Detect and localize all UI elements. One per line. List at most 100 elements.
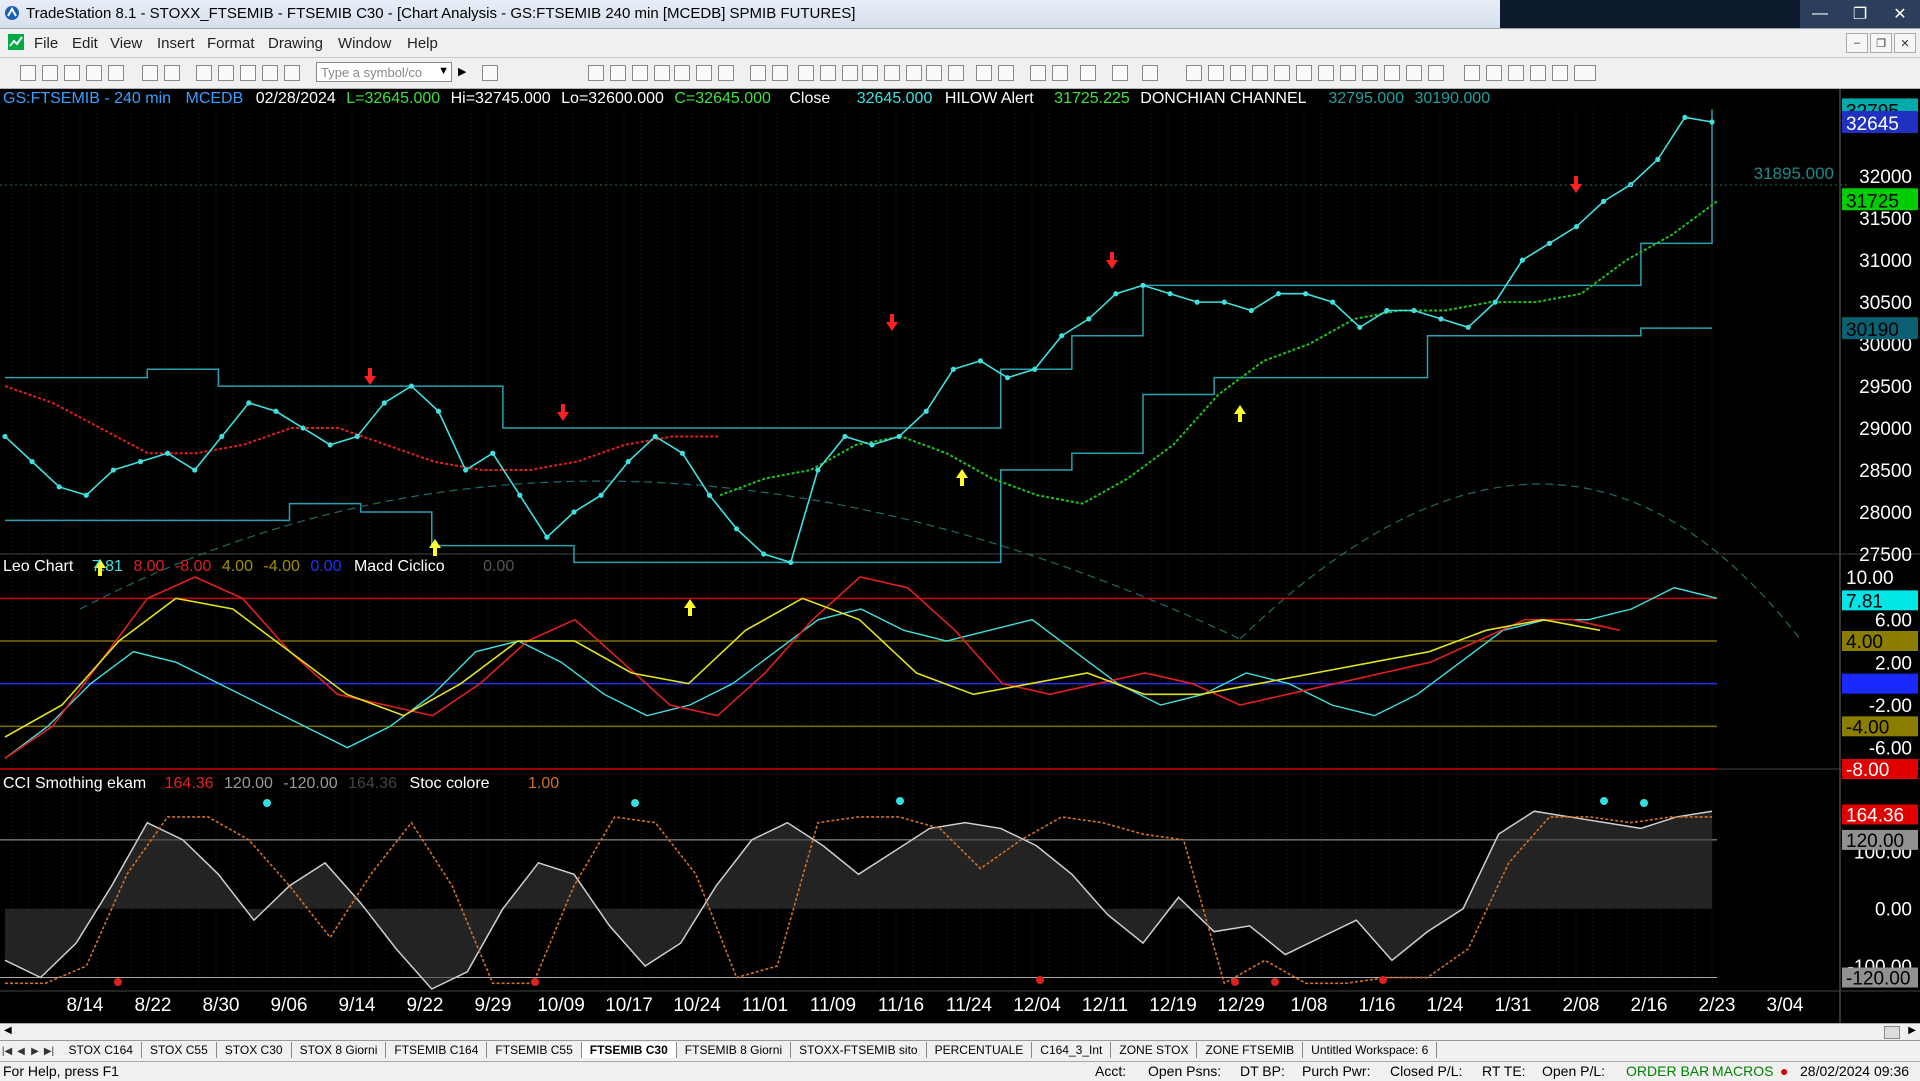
horizontal-scrollbar[interactable]: ◀ ▶ [0,1023,1920,1040]
workspace-tab[interactable]: STOX C55 [142,1042,217,1058]
pointer-icon[interactable] [1030,65,1046,81]
menu-view[interactable]: View [110,35,142,52]
sync-icon[interactable] [718,65,734,81]
chart-icon[interactable] [588,65,604,81]
link-icon[interactable] [674,65,690,81]
export-icon[interactable] [1112,65,1128,81]
window2-icon[interactable] [218,65,234,81]
speed-lines-icon[interactable] [1318,65,1334,81]
zoom-in-icon[interactable] [976,65,992,81]
workspace-tab[interactable]: STOX 8 Giorni [292,1042,387,1058]
chart-canvas[interactable]: 31895.000 3200031500310003050030000295002… [0,89,1920,1023]
mdi-close-button[interactable]: ✕ [1894,33,1916,53]
close-workspace-icon[interactable] [108,65,124,81]
lock-icon[interactable] [240,65,256,81]
close-button[interactable]: ✕ [1880,0,1920,28]
expand-icon[interactable] [926,65,942,81]
arc-icon[interactable] [1406,65,1422,81]
data-icon[interactable] [842,65,858,81]
menu-drawing[interactable]: Drawing [268,35,323,52]
data-window-icon[interactable] [1052,65,1068,81]
regression-icon[interactable] [1362,65,1378,81]
workspace-tab[interactable]: PERCENTUALE [927,1042,1033,1058]
open-workspace-icon[interactable] [64,65,80,81]
pen-icon[interactable] [1428,65,1444,81]
compress-icon[interactable] [948,65,964,81]
minimize-button[interactable]: — [1800,0,1840,28]
menu-help[interactable]: Help [407,35,438,52]
menu-insert[interactable]: Insert [157,35,195,52]
workspace-tab[interactable]: Untitled Workspace: 6 [1303,1042,1438,1058]
workspace-tab[interactable]: ZONE STOX [1111,1042,1198,1058]
grid-icon[interactable] [798,65,814,81]
workspace-tab[interactable]: FTSEMIB C55 [487,1042,582,1058]
down-arrow-icon[interactable] [1486,65,1502,81]
window-icon[interactable] [196,65,212,81]
up-arrow-icon[interactable] [1508,65,1524,81]
workspace-tab[interactable]: C164_3_Int [1032,1042,1112,1058]
bar-chart2-icon[interactable] [884,65,900,81]
menu-edit[interactable]: Edit [72,35,98,52]
workspace-tab[interactable]: FTSEMIB 8 Giorni [677,1042,792,1058]
new-workspace-icon[interactable] [86,65,102,81]
open-icon[interactable] [42,65,58,81]
menu-format[interactable]: Format [207,35,255,52]
workspace-tab[interactable]: STOX C30 [217,1042,292,1058]
go-arrow-icon[interactable]: ▶ [458,65,466,78]
tab-first-icon[interactable]: |◀ [0,1046,14,1057]
workspace-tab[interactable]: ZONE FTSEMIB [1197,1042,1304,1058]
screen2-icon[interactable] [772,65,788,81]
rectangle-icon[interactable] [1552,65,1568,81]
new-icon[interactable] [20,65,36,81]
table-icon[interactable] [654,65,670,81]
andrews-icon[interactable] [1296,65,1312,81]
grid2-icon[interactable] [820,65,836,81]
horizontal-lines-icon[interactable] [1230,65,1246,81]
candle-icon[interactable] [906,65,922,81]
zoom-out-icon[interactable] [998,65,1014,81]
fibonacci-icon[interactable] [1252,65,1268,81]
save-icon[interactable] [142,65,158,81]
symbol-input[interactable]: Type a symbol/co ▼ [316,62,452,82]
blank-icon[interactable] [1142,65,1158,81]
workspace-tab[interactable]: FTSEMIB C164 [386,1042,488,1058]
chart-area[interactable]: 31895.000 32000 31500 31000 30500 30000 29500 2… [0,89,1920,1023]
status-macros[interactable]: MACROS [1712,1063,1773,1079]
mdi-minimize-button[interactable]: – [1846,33,1868,53]
menu-file[interactable]: File [34,35,58,52]
matrix-icon[interactable] [610,65,626,81]
tab-prev-icon[interactable]: ◀ [14,1046,28,1057]
mdi-restore-button[interactable]: ❐ [1870,33,1892,53]
globe-icon[interactable] [284,65,300,81]
ellipse-icon[interactable] [1530,65,1546,81]
scanner-icon[interactable] [482,65,498,81]
scroll-left-icon[interactable]: ◀ [4,1025,12,1036]
trendline-icon[interactable] [1186,65,1202,81]
cycle-lines-icon[interactable] [1340,65,1356,81]
workspace-tab[interactable]: FTSEMIB C30 [581,1042,677,1058]
workspace-tab[interactable]: STOX C164 [60,1042,142,1058]
vertical-lines-icon[interactable] [1208,65,1224,81]
channel-icon[interactable] [1384,65,1400,81]
bar-chart-icon[interactable] [862,65,878,81]
curve-icon[interactable] [1464,65,1480,81]
tab-last-icon[interactable]: ▶| [42,1046,56,1057]
maximize-button[interactable]: ❐ [1840,0,1880,28]
settings-icon[interactable] [1080,65,1096,81]
radar-icon[interactable] [632,65,648,81]
scroll-right-icon[interactable]: ▶ [1908,1025,1916,1036]
status-order-bar[interactable]: ORDER BAR [1626,1063,1709,1079]
tab-next-icon[interactable]: ▶ [28,1046,42,1057]
tools-icon[interactable] [262,65,278,81]
gann-icon[interactable] [1274,65,1290,81]
workspace-tab[interactable]: STOXX-FTSEMIB sito [791,1042,927,1058]
scroll-thumb[interactable] [1884,1026,1900,1039]
chevron-down-icon[interactable]: ▼ [438,65,449,77]
y-tick-label: 32000 [1859,167,1912,188]
screen-icon[interactable] [750,65,766,81]
chart-window-icon[interactable] [8,34,24,50]
text-icon[interactable] [1574,65,1596,81]
refresh-icon[interactable] [696,65,712,81]
menu-window[interactable]: Window [338,35,391,52]
print-icon[interactable] [164,65,180,81]
